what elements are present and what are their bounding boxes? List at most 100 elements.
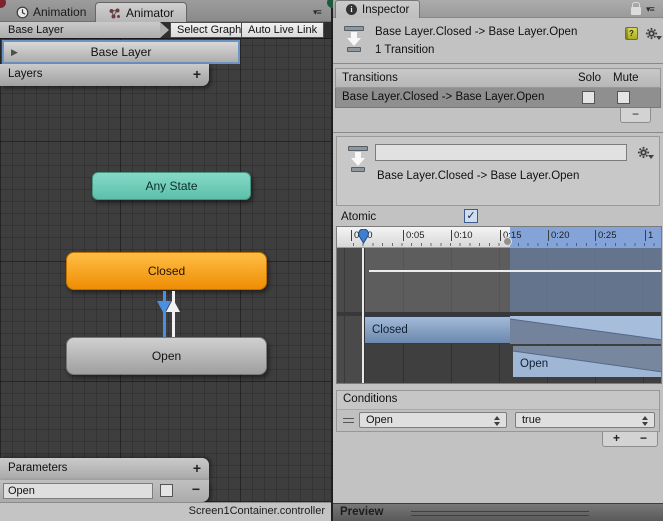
transition-timeline[interactable]: 0:00 0:05 0:10 0:15 0:20 0:25 1 Closed <box>336 226 662 384</box>
add-layer-button[interactable]: + <box>193 64 201 85</box>
panel-menu-icon[interactable]: ▾≡ <box>313 7 322 18</box>
add-condition-button[interactable]: + <box>613 432 620 446</box>
layer-name: Base Layer <box>90 45 152 59</box>
transition-row-label: Base Layer.Closed -> Base Layer.Open <box>342 91 545 103</box>
track-label: Open <box>520 358 549 370</box>
timeline-ruler[interactable]: 0:00 0:05 0:10 0:15 0:20 0:25 1 <box>337 227 661 248</box>
animator-toolbar: Base Layer Select Graph Auto Live Link <box>0 22 331 39</box>
tick-label: 0:10 <box>451 230 473 241</box>
separator <box>333 132 663 133</box>
parameters-label: Parameters <box>8 462 68 474</box>
remove-condition-button[interactable]: − <box>640 432 647 446</box>
condition-add-remove-bar: + − <box>602 432 658 447</box>
tab-inspector-label: Inspector <box>362 3 410 16</box>
conditions-box: Conditions Open true <box>336 390 660 432</box>
condition-value-dropdown[interactable]: true <box>515 412 655 428</box>
tab-animation-label: Animation <box>33 5 87 19</box>
unity-editor: Animation Animator ▾≡ Base Layer Select … <box>0 0 663 521</box>
tab-animator[interactable]: Animator <box>95 2 188 23</box>
solo-checkbox[interactable] <box>582 91 595 104</box>
transition-list-row[interactable]: Base Layer.Closed -> Base Layer.Open <box>335 88 661 108</box>
transition-detail-label: Base Layer.Closed -> Base Layer.Open <box>377 170 580 182</box>
state-node-any-state[interactable]: Any State <box>92 172 251 200</box>
auto-live-link-button[interactable]: Auto Live Link <box>241 22 325 38</box>
closed-fade-wedge <box>510 316 661 344</box>
parameters-header: Parameters + <box>0 458 209 480</box>
transition-name-input[interactable] <box>375 144 627 161</box>
layer-row-base-layer[interactable]: ▶ Base Layer <box>2 40 240 64</box>
playhead-line[interactable] <box>362 248 364 383</box>
inspector-header: Base Layer.Closed -> Base Layer.Open 1 T… <box>333 18 663 64</box>
parameter-bool-checkbox[interactable] <box>160 484 173 497</box>
remove-parameter-button[interactable]: − <box>192 481 200 497</box>
inspector-panel: i Inspector ▾≡ Base Layer.Closed -> Base… <box>333 0 663 521</box>
parameter-name-input[interactable] <box>3 483 153 499</box>
tick-label: 0:05 <box>403 230 425 241</box>
tab-animator-label: Animator <box>126 6 175 20</box>
dropdown-caret-icon <box>494 416 501 426</box>
transitions-list-header: Transitions Solo Mute <box>335 68 661 88</box>
transition-icon <box>347 146 369 172</box>
tick-label: 0:20 <box>548 230 570 241</box>
inspector-menu-icon[interactable]: ▾≡ <box>646 4 655 15</box>
remove-transition-button[interactable]: − <box>620 108 651 123</box>
solo-column-label: Solo <box>578 72 602 84</box>
condition-parameter-dropdown[interactable]: Open <box>359 412 507 428</box>
tick-label: 1 <box>645 230 653 241</box>
blend-weight-line <box>369 270 661 272</box>
transition-title: Base Layer.Closed -> Base Layer.Open <box>375 26 578 38</box>
playhead-icon[interactable] <box>358 229 369 244</box>
layer-foldout-icon[interactable]: ▶ <box>11 47 18 58</box>
parameter-row: − <box>0 480 209 502</box>
transition-arrow-reverse[interactable] <box>172 291 175 337</box>
preview-label: Preview <box>340 506 384 518</box>
atomic-checkbox[interactable]: ✓ <box>464 209 478 223</box>
conditions-header: Conditions <box>337 391 659 410</box>
animator-tab-bar: Animation Animator ▾≡ <box>0 0 331 23</box>
track-label: Closed <box>372 324 408 336</box>
transition-arrowhead-up-icon <box>166 299 180 312</box>
clock-icon <box>16 6 29 18</box>
condition-value: true <box>522 414 541 426</box>
drag-handle-icon[interactable] <box>343 418 354 423</box>
state-node-closed[interactable]: Closed <box>66 252 267 290</box>
info-icon: i <box>346 4 357 15</box>
transition-count: 1 Transition <box>375 44 435 56</box>
transition-start-marker[interactable] <box>503 237 512 246</box>
mute-column-label: Mute <box>613 72 639 84</box>
tab-inspector[interactable]: i Inspector <box>335 0 421 18</box>
layers-footer: Layers + <box>0 64 209 86</box>
animator-panel: Animation Animator ▾≡ Base Layer Select … <box>0 0 331 521</box>
transition-detail-box: Base Layer.Closed -> Base Layer.Open <box>336 136 660 206</box>
timeline-body: Closed Open <box>337 248 661 383</box>
transitions-header-label: Transitions <box>342 72 398 84</box>
condition-row: Open true <box>337 410 659 431</box>
transition-arrow-selected[interactable] <box>163 291 166 337</box>
preview-drag-handle-icon[interactable] <box>411 511 589 516</box>
dropdown-caret-icon <box>642 416 649 426</box>
inspector-tab-bar: i Inspector ▾≡ <box>333 0 663 18</box>
mute-checkbox[interactable] <box>617 91 630 104</box>
track-bar-closed[interactable]: Closed <box>365 316 510 344</box>
transition-icon <box>343 26 365 52</box>
state-node-open[interactable]: Open <box>66 337 267 375</box>
breadcrumb-chevron-icon <box>160 22 169 38</box>
tick-label: 0:25 <box>595 230 617 241</box>
check-icon: ✓ <box>466 210 476 222</box>
add-parameter-button[interactable]: + <box>193 458 201 479</box>
gear-icon[interactable] <box>637 146 654 162</box>
lock-icon[interactable] <box>631 2 641 15</box>
layers-label: Layers <box>8 68 43 80</box>
gear-caret-icon <box>656 36 662 40</box>
atomic-label: Atomic <box>341 211 377 223</box>
controller-status-bar: Screen1Container.controller <box>0 502 331 521</box>
gear-caret-icon <box>648 155 654 159</box>
breadcrumb[interactable]: Base Layer <box>0 22 160 38</box>
tab-animation[interactable]: Animation <box>6 2 96 22</box>
select-graph-button[interactable]: Select Graph <box>170 22 249 38</box>
condition-parameter-value: Open <box>366 414 393 426</box>
transition-region-overlay <box>510 248 661 312</box>
help-book-icon[interactable]: ? <box>625 27 638 40</box>
gear-icon[interactable] <box>645 27 662 43</box>
preview-bar[interactable]: Preview <box>333 503 663 521</box>
